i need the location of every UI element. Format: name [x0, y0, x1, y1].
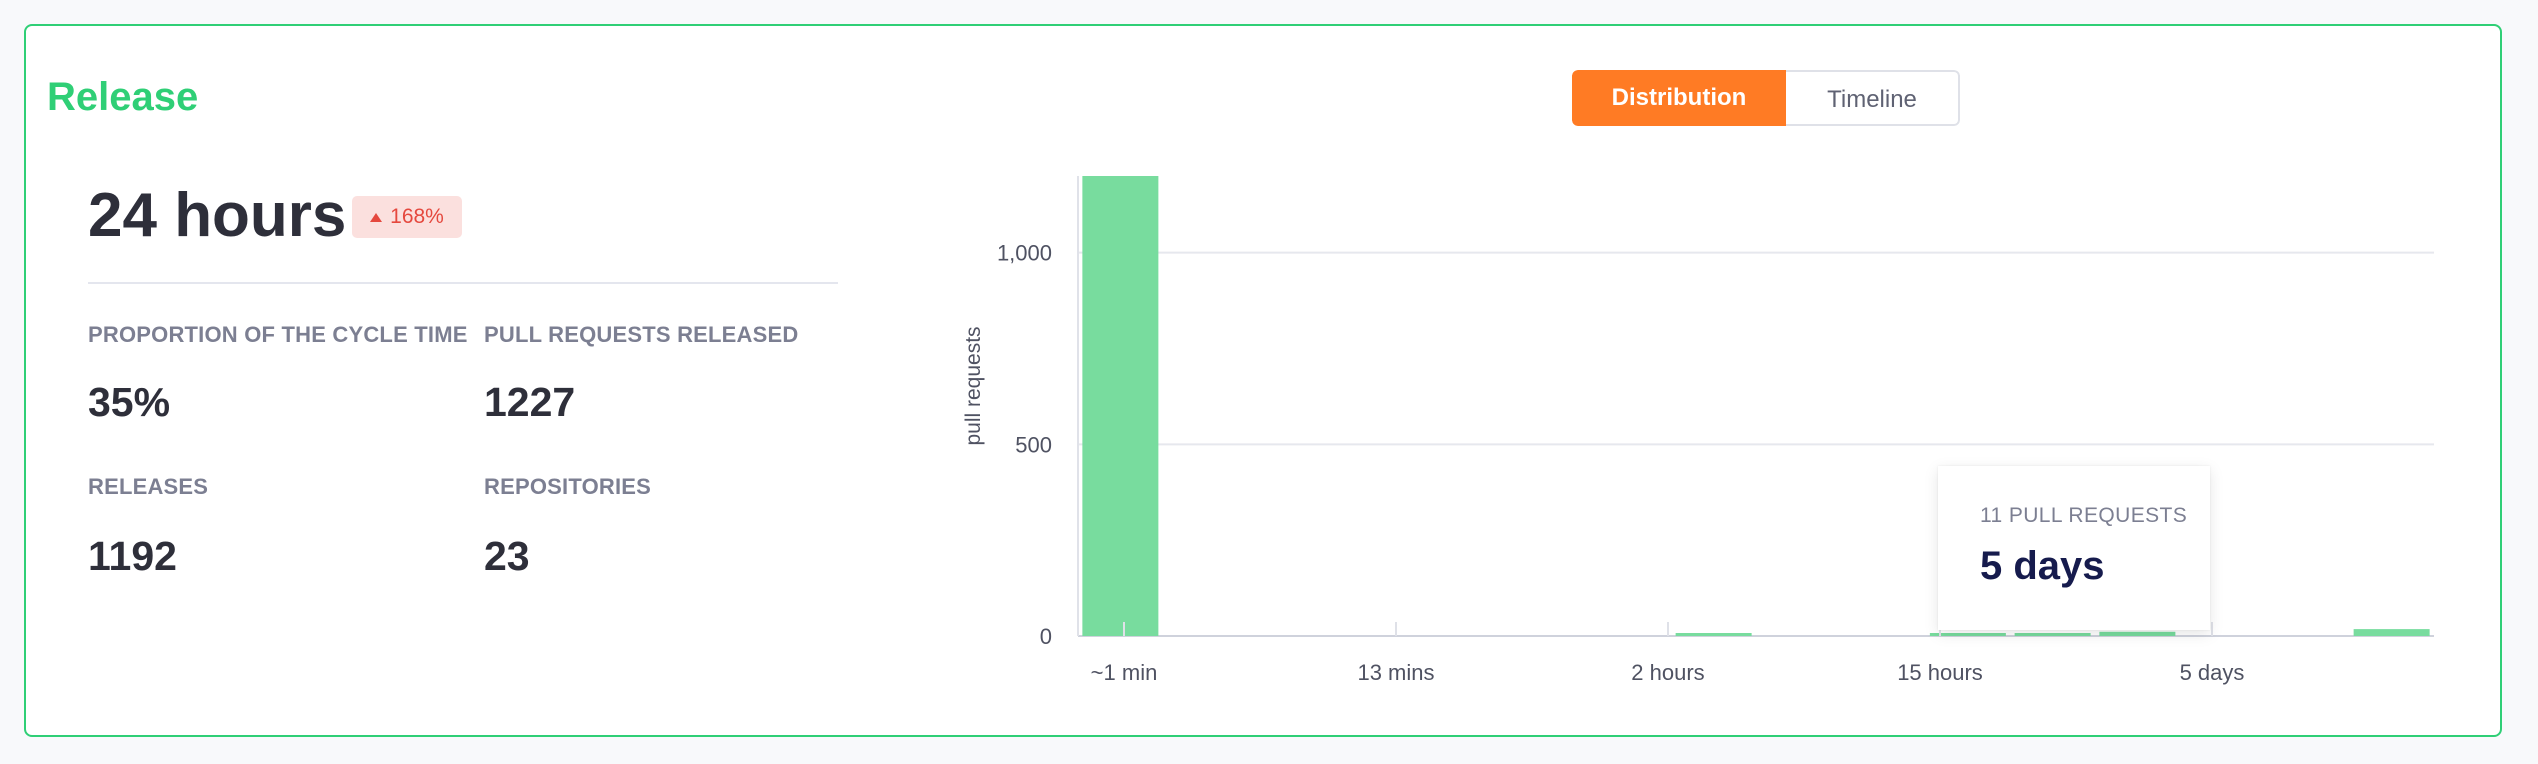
y-axis-label: pull requests	[962, 326, 985, 445]
chart-bar	[2099, 631, 2176, 636]
distribution-chart: 0 500 1,000 pull requests ~1 min 13 mins 2 hou…	[962, 176, 2434, 685]
tooltip-value: 5 days	[1980, 544, 2105, 588]
y-tick-label: 0	[1040, 624, 1052, 649]
y-tick-label: 500	[1015, 432, 1052, 457]
y-tick-label: 1,000	[997, 241, 1052, 266]
chart-bar	[1675, 633, 1752, 636]
chart-bar	[1082, 176, 1159, 636]
chart-bar	[2014, 633, 2091, 636]
x-tick-label: 15 hours	[1897, 660, 1983, 685]
x-tick-label: 13 mins	[1357, 660, 1434, 685]
chart-tooltip: 11 PULL REQUESTS 5 days	[1938, 466, 2210, 630]
x-tick-label: 2 hours	[1631, 660, 1704, 685]
chart-bar	[2353, 629, 2430, 636]
x-tick-label: ~1 min	[1091, 660, 1158, 685]
tooltip-label: 11 PULL REQUESTS	[1980, 504, 2188, 527]
chart-bar	[1929, 633, 2006, 636]
x-tick-label: 5 days	[2180, 660, 2245, 685]
